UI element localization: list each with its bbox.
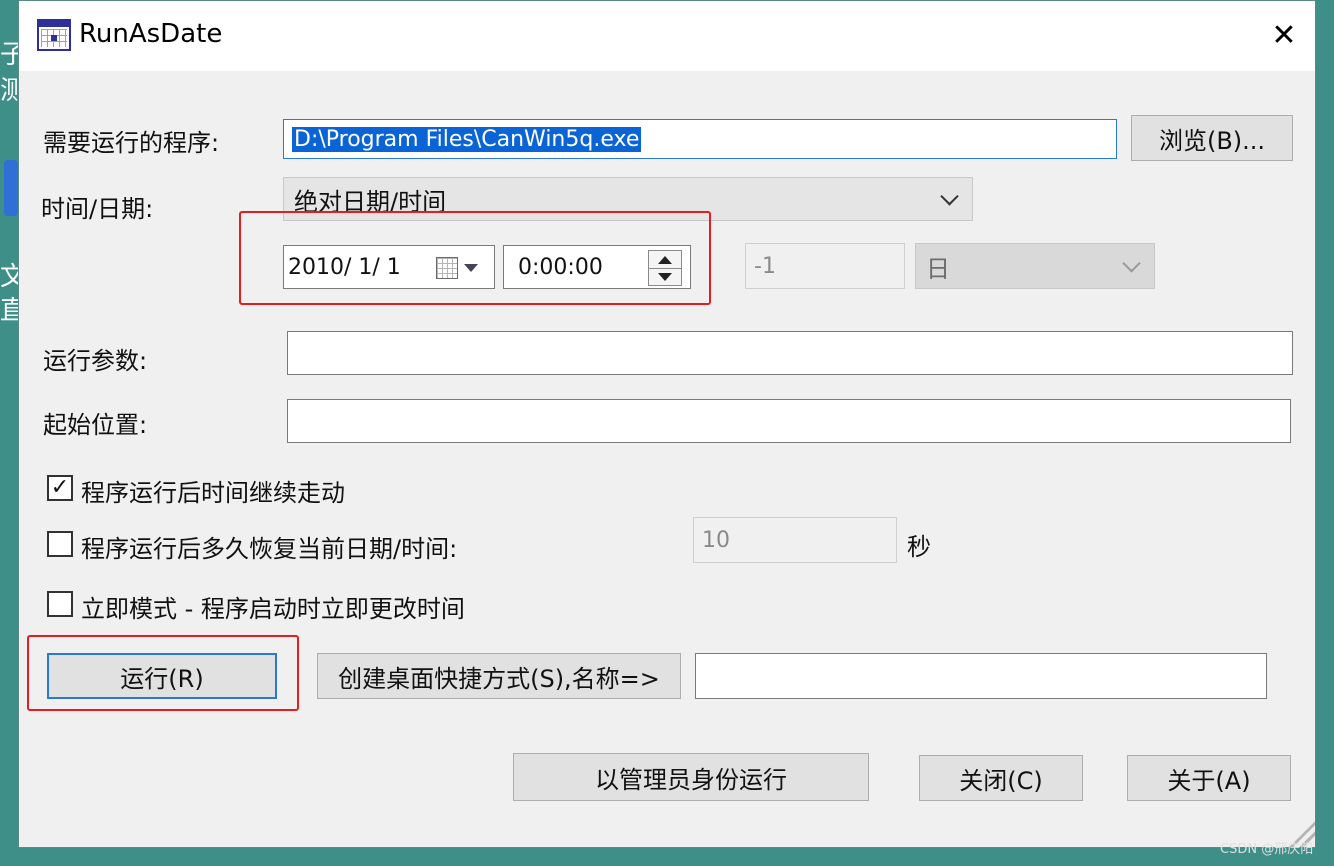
caret-down-icon[interactable] [464, 264, 478, 272]
date-picker[interactable]: 2010/ 1/ 1 [283, 245, 495, 289]
time-value: 0:00:00 [518, 254, 603, 280]
create-shortcut-button[interactable]: 创建桌面快捷方式(S),名称=> [317, 653, 681, 699]
start-location-label: 起始位置: [43, 411, 148, 439]
restore-after-checkbox[interactable] [47, 531, 73, 557]
program-label: 需要运行的程序: [43, 129, 220, 157]
calendar-app-icon [37, 19, 71, 51]
runasdate-window: RunAsDate ✕ 需要运行的程序: D:\Program Files\Ca… [18, 0, 1316, 848]
restore-seconds-value: 10 [702, 527, 730, 553]
desktop-icon-tile [4, 160, 18, 216]
shortcut-name-input[interactable] [695, 653, 1267, 699]
arrow-up-icon [658, 255, 672, 264]
spin-down-button[interactable] [649, 268, 681, 285]
close-button[interactable]: 关闭(C) [919, 755, 1083, 801]
window-title: RunAsDate [79, 19, 223, 49]
date-value: 2010/ 1/ 1 [288, 254, 401, 280]
start-location-input[interactable] [287, 399, 1291, 443]
restore-after-label: 程序运行后多久恢复当前日期/时间: [81, 535, 458, 563]
time-spinner[interactable] [648, 250, 682, 286]
datetime-label: 时间/日期: [41, 195, 154, 223]
immediate-mode-checkbox[interactable] [47, 591, 73, 617]
offset-value: -1 [754, 253, 776, 279]
offset-unit-select[interactable]: 日 [915, 243, 1155, 289]
check-icon: ✓ [50, 475, 70, 500]
spin-up-button[interactable] [649, 251, 681, 269]
run-as-admin-button[interactable]: 以管理员身份运行 [513, 753, 869, 801]
offset-input[interactable]: -1 [745, 243, 905, 289]
time-input[interactable]: 0:00:00 [503, 245, 691, 289]
arrow-down-icon [658, 272, 672, 281]
browse-button[interactable]: 浏览(B)... [1131, 115, 1293, 161]
chevron-down-icon [1122, 254, 1141, 273]
program-path-input[interactable]: D:\Program Files\CanWin5q.exe [283, 119, 1117, 159]
program-path-value: D:\Program Files\CanWin5q.exe [292, 126, 642, 152]
about-button[interactable]: 关于(A) [1127, 755, 1291, 801]
close-icon[interactable]: ✕ [1267, 19, 1301, 53]
params-label: 运行参数: [43, 347, 148, 375]
keep-running-label: 程序运行后时间继续走动 [81, 479, 345, 507]
seconds-unit-label: 秒 [907, 533, 931, 561]
immediate-mode-label: 立即模式 - 程序启动时立即更改时间 [81, 595, 465, 623]
title-bar[interactable]: RunAsDate ✕ [19, 1, 1315, 71]
offset-unit-value: 日 [926, 254, 950, 283]
calendar-icon[interactable] [436, 257, 458, 279]
keep-running-checkbox[interactable]: ✓ [47, 475, 73, 501]
chevron-down-icon [940, 187, 959, 206]
restore-seconds-input[interactable]: 10 [693, 517, 897, 563]
run-button[interactable]: 运行(R) [47, 653, 277, 699]
params-input[interactable] [287, 331, 1293, 375]
watermark: CSDN @邢庆阳 [1220, 842, 1314, 857]
